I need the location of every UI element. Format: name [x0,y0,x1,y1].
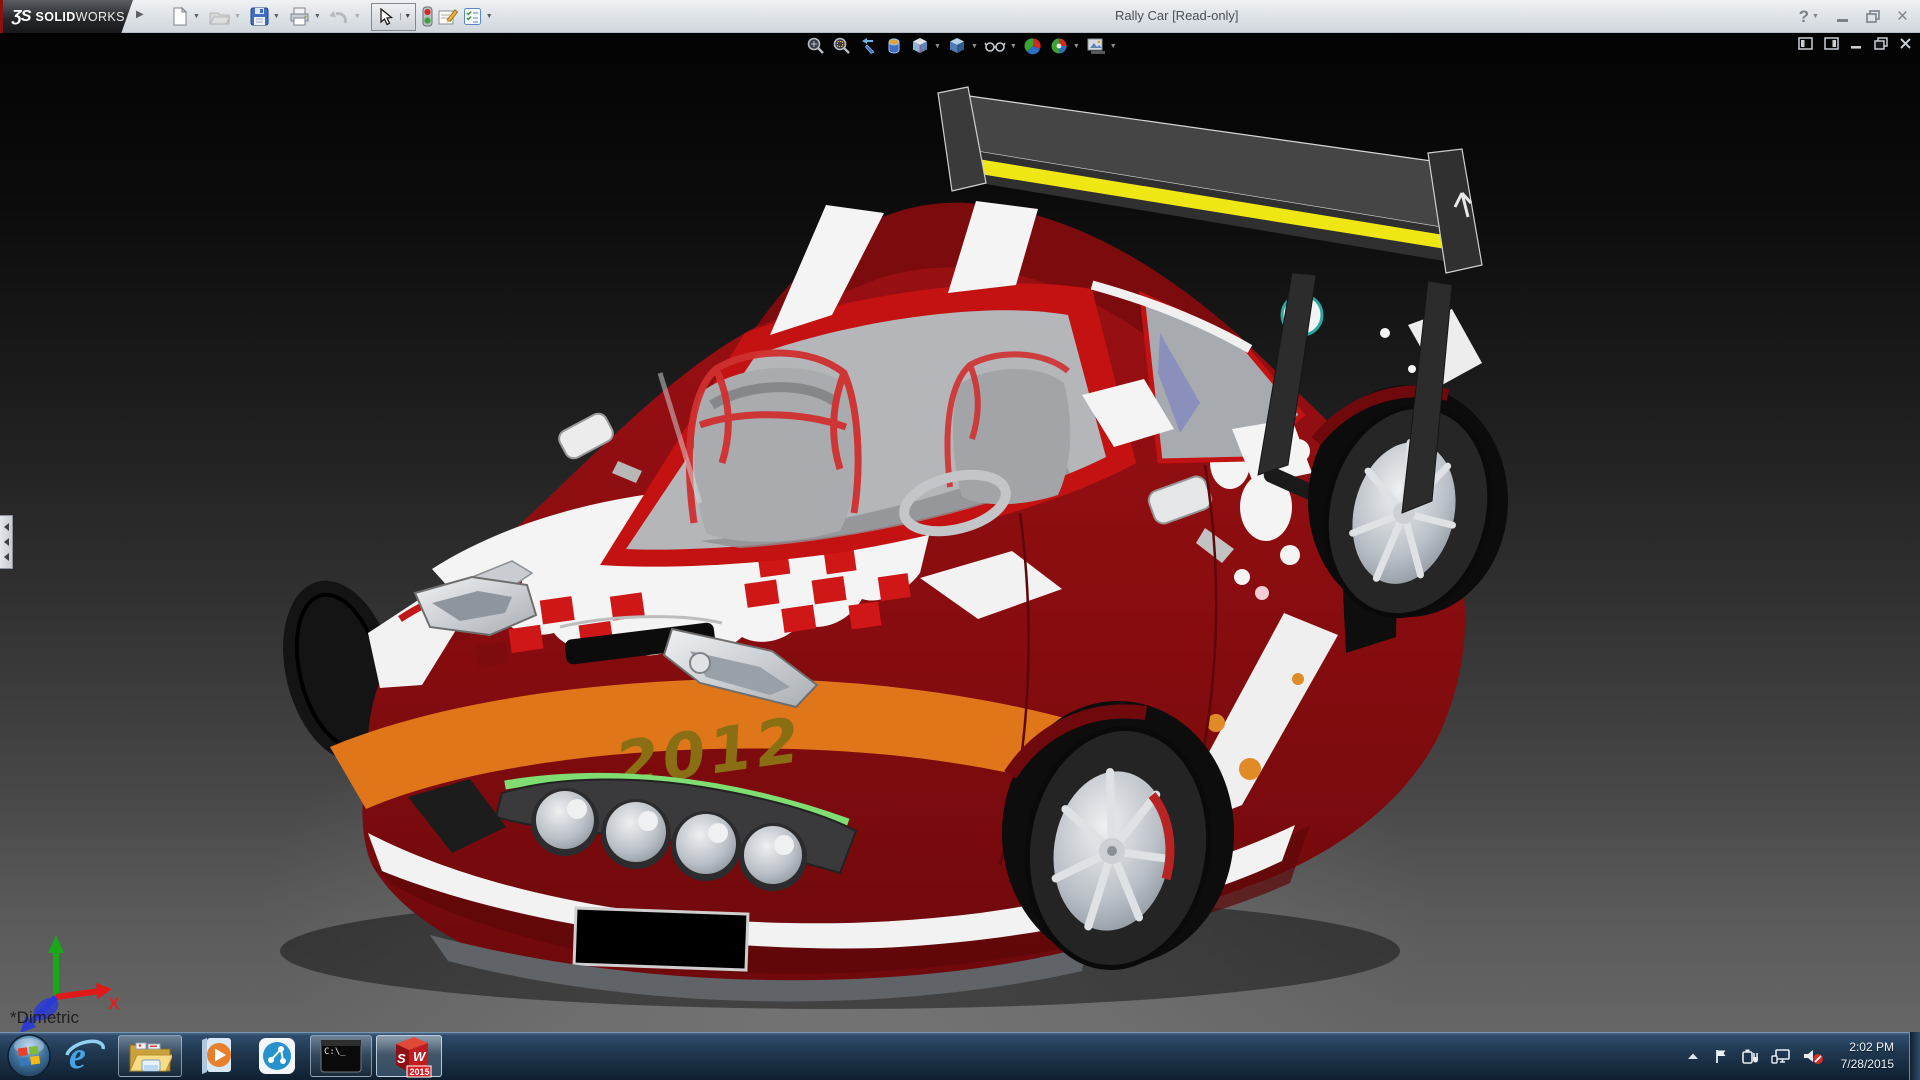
start-button[interactable] [6,1033,52,1079]
taskbar-clock[interactable]: 2:02 PM 7/28/2015 [1841,1039,1894,1074]
svg-text:S: S [397,1051,406,1066]
select-dropdown-icon[interactable]: ▼ [400,13,415,20]
hide-show-items-icon[interactable] [984,36,1006,56]
title-bar: ƷS SOLIDWORKS ▶ ▼ ▼ ▼ ▼ ▼ [0,0,1920,33]
view-orientation-dropdown-icon[interactable]: ▼ [934,43,941,50]
collapse-arrow-icon [4,523,9,531]
collapse-arrow-icon [4,538,9,546]
featuremanager-collapse-tab[interactable] [0,515,13,569]
window-controls: ?▼ × [1799,0,1908,33]
viewport-close-icon[interactable] [1899,37,1912,50]
save-button[interactable] [248,4,271,30]
hide-show-dropdown-icon[interactable]: ▼ [1010,43,1017,50]
new-document-button[interactable] [168,4,191,30]
taskbar-item-command-prompt[interactable]: C:\_ [310,1035,372,1077]
svg-text:W: W [413,1049,427,1064]
select-tool-button[interactable]: ▼ [371,3,416,31]
taskbar-item-windows-explorer[interactable] [118,1035,182,1077]
system-tray: 2:02 PM 7/28/2015 [1685,1032,1906,1080]
taskbar-item-internet-explorer[interactable]: e [54,1035,114,1077]
display-style-dropdown-icon[interactable]: ▼ [971,43,978,50]
y-axis-arrow [48,935,64,953]
close-button[interactable]: × [1897,6,1908,28]
apply-scene-icon[interactable] [1049,36,1069,56]
viewport-window-controls [1798,37,1912,50]
ds-logo-mark: ƷS [12,8,30,26]
undo-dropdown-icon[interactable]: ▼ [354,13,361,20]
license-plate [574,908,748,970]
help-button[interactable]: ?▼ [1799,7,1819,27]
undo-button[interactable] [328,4,352,30]
tray-time: 2:02 PM [1841,1039,1894,1056]
print-button[interactable] [287,4,312,30]
section-view-icon[interactable] [884,36,904,56]
taskbar-item-solidworks-2015[interactable]: S W 2015 [376,1035,442,1077]
edit-sketch-button[interactable] [436,4,461,30]
select-cursor-icon [372,8,400,26]
accent-strip [0,0,3,33]
sw-year-badge: 2015 [410,1067,430,1077]
viewport-minimize-icon[interactable] [1850,37,1863,50]
show-hidden-icons-button[interactable] [1685,1049,1701,1063]
rebuild-button[interactable] [419,4,436,30]
network-status-icon[interactable] [1771,1047,1791,1065]
window-title: Rally Car [Read-only] [1115,8,1239,23]
heads-up-view-toolbar: ▼ ▼ ▼ ▼ ▼ [806,36,1117,56]
apply-scene-dropdown-icon[interactable]: ▼ [1073,43,1080,50]
menu-expander-icon[interactable]: ▶ [136,9,144,20]
save-dropdown-icon[interactable]: ▼ [273,13,280,20]
graphics-viewport[interactable]: ▼ ▼ ▼ ▼ ▼ [0,33,1920,1032]
collapse-arrow-icon [4,553,9,561]
show-desktop-button[interactable] [1909,1032,1920,1080]
zoom-to-area-icon[interactable] [832,36,852,56]
volume-muted-icon[interactable] [1802,1047,1824,1065]
x-axis-label: X [108,994,120,1013]
zoom-to-fit-icon[interactable] [806,36,826,56]
options-button[interactable] [461,4,484,30]
view-settings-icon[interactable] [1086,36,1106,56]
view-orientation-label: *Dimetric [10,1008,79,1028]
view-settings-dropdown-icon[interactable]: ▼ [1110,43,1117,50]
taskbar-item-network-app[interactable] [248,1035,306,1077]
taskbar: e [0,1032,1920,1080]
restore-button[interactable] [1866,10,1880,23]
print-dropdown-icon[interactable]: ▼ [314,13,321,20]
new-dropdown-icon[interactable]: ▼ [193,13,200,20]
edit-appearance-icon[interactable] [1023,36,1043,56]
minimize-button[interactable] [1836,10,1849,23]
pane-toggle-2-icon[interactable] [1824,37,1839,50]
open-dropdown-icon[interactable]: ▼ [234,13,241,20]
action-center-flag-icon[interactable] [1712,1047,1730,1065]
previous-view-icon[interactable] [858,36,878,56]
view-orientation-icon[interactable] [910,36,930,56]
open-document-button[interactable] [207,4,232,30]
viewport-restore-icon[interactable] [1874,37,1888,50]
taskbar-item-media-player[interactable] [186,1035,244,1077]
options-dropdown-icon[interactable]: ▼ [486,13,493,20]
main-toolbar: ▼ ▼ ▼ ▼ ▼ ▼ [168,0,500,33]
pane-toggle-1-icon[interactable] [1798,37,1813,50]
solidworks-window: ƷS SOLIDWORKS ▶ ▼ ▼ ▼ ▼ ▼ [0,0,1920,1080]
tray-date: 7/28/2015 [1841,1056,1894,1073]
solidworks-logo[interactable]: ƷS SOLIDWORKS [3,0,133,33]
cmd-prompt-text: C:\_ [324,1047,346,1057]
display-style-icon[interactable] [947,36,967,56]
solidworks-logo-text: SOLIDWORKS [35,10,124,24]
power-plug-icon[interactable] [1741,1047,1760,1065]
rally-car-model[interactable]: 2012 [0,33,1920,1032]
